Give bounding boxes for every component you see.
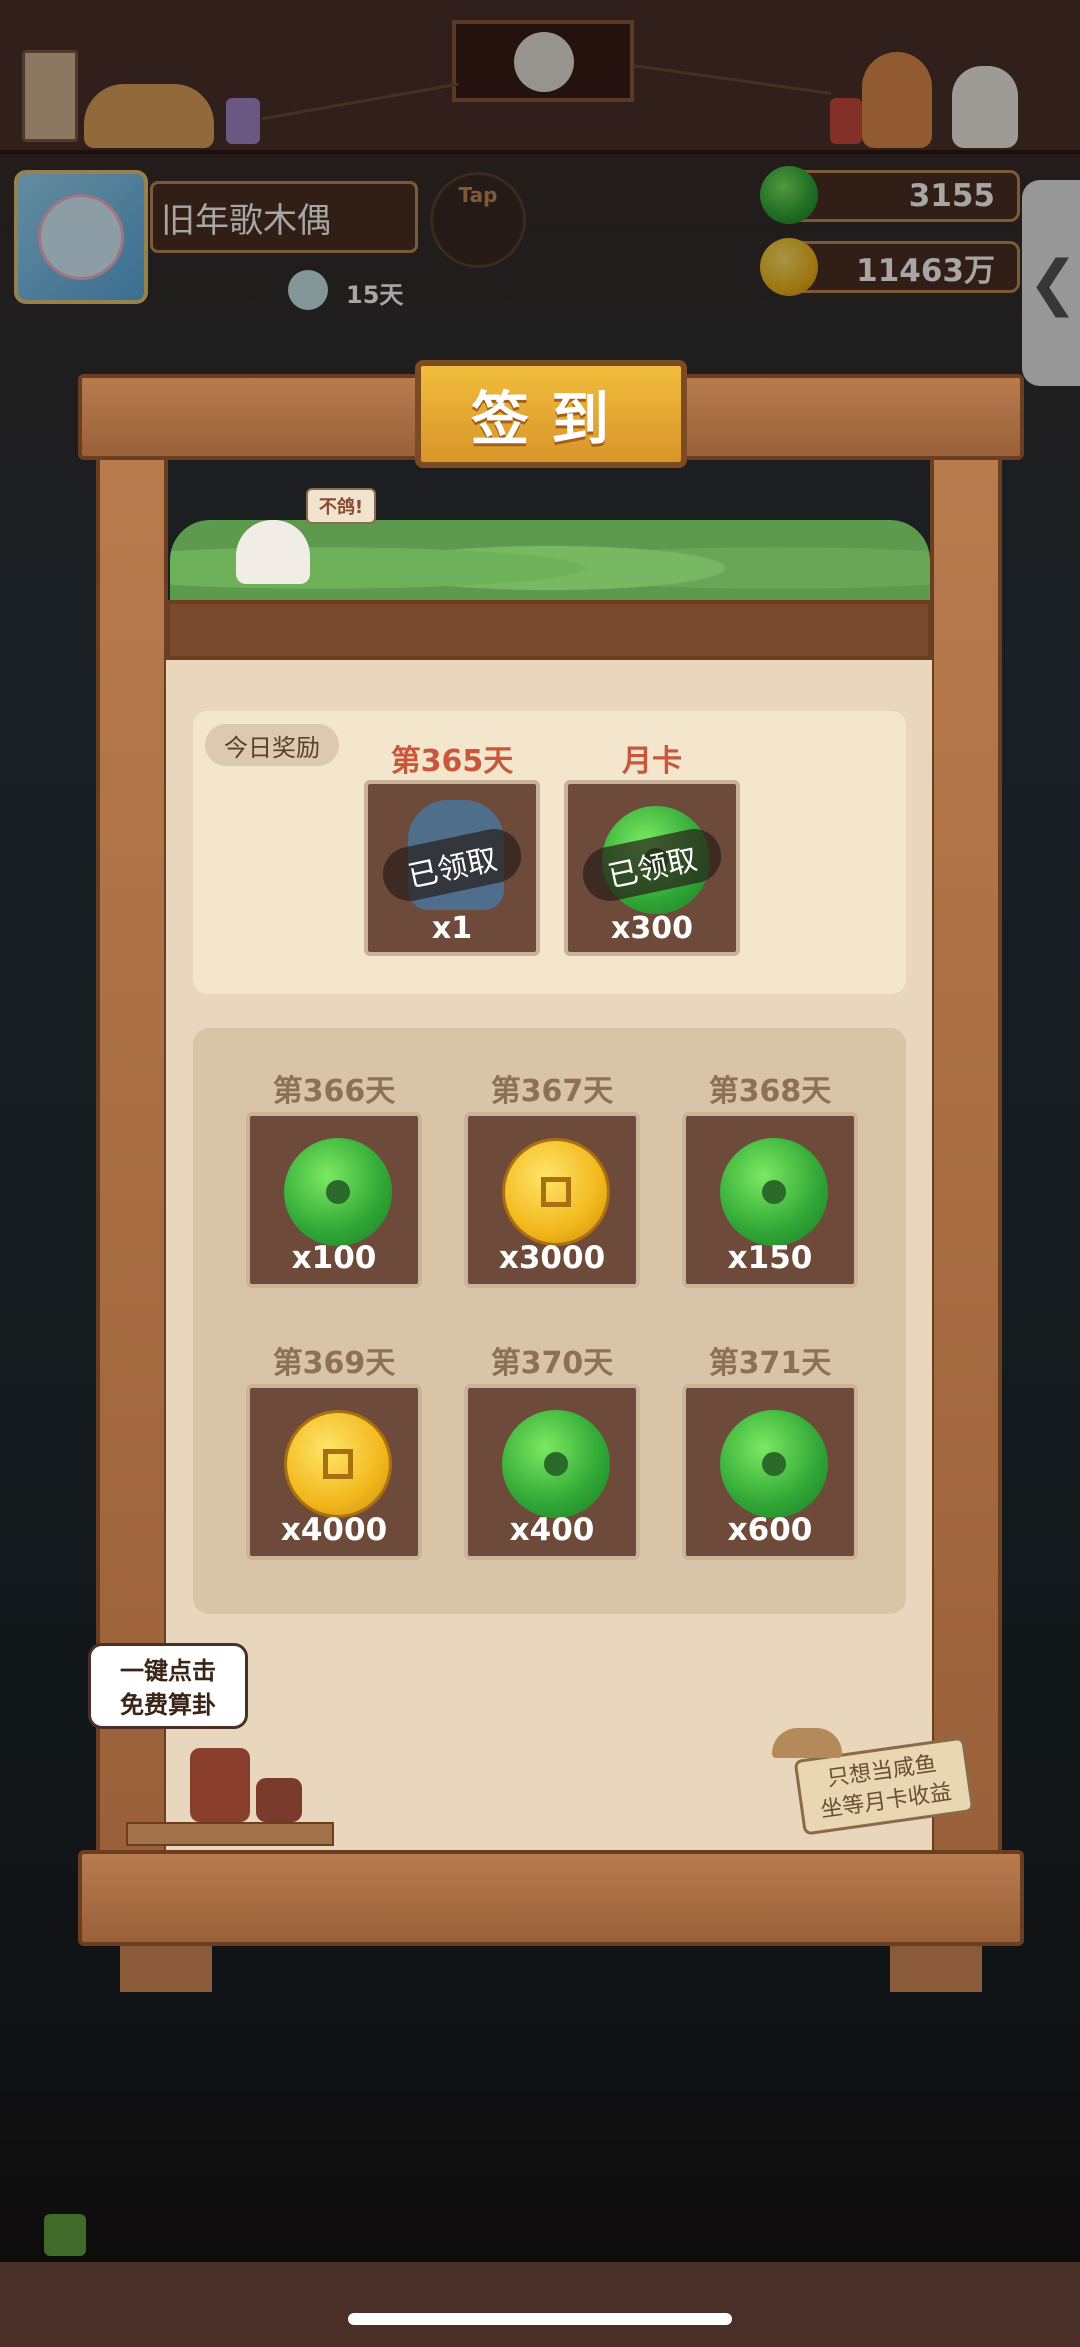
jar-icon [256,1778,302,1822]
board-right-post [930,456,1002,1856]
day-reward-tile[interactable]: x3000 [464,1112,640,1288]
reward-count: x400 [509,1512,595,1548]
reward-count: x3000 [498,1240,606,1276]
jade-icon [502,1410,610,1518]
reward-count: x1 [431,911,473,946]
reward-count: x300 [611,911,693,946]
bubble-line: 一键点击 [120,1657,216,1685]
speech-tag: 不鸽! [306,488,376,524]
jade-icon [284,1138,392,1246]
reward-count: x600 [727,1512,813,1548]
day-reward-tile[interactable]: x600 [682,1384,858,1560]
board-foot [120,1946,212,1992]
day-reward-tile[interactable]: x100 [246,1112,422,1288]
board-header-band [166,600,932,660]
day-title: 第366天 [272,1074,396,1109]
today-reward-title: 第365天 [390,744,514,779]
day-title: 第367天 [490,1074,614,1109]
board-foot [890,1946,982,1992]
vase-icon [190,1748,250,1822]
home-indicator[interactable] [348,2313,732,2325]
today-reward-tile[interactable]: 已领取 x300 [564,780,740,956]
bird-icon [236,520,310,584]
reward-count: x100 [291,1240,377,1276]
small-square-icon [44,2214,86,2256]
board-bottom-beam [78,1850,1024,1946]
day-reward-tile[interactable]: x400 [464,1384,640,1560]
jade-icon [720,1138,828,1246]
today-reward-title: 月卡 [622,744,682,779]
reward-count: x4000 [280,1512,388,1548]
today-rewards-label: 今日奖励 [205,724,339,766]
coin-icon [502,1138,610,1246]
straw-hat-icon [772,1728,842,1758]
page-title: 签到 [415,360,687,468]
bottom-bar [0,2262,1080,2347]
day-title: 第371天 [708,1346,832,1381]
day-reward-tile[interactable]: x150 [682,1112,858,1288]
day-title: 第370天 [490,1346,614,1381]
jade-icon [720,1410,828,1518]
coin-icon [284,1410,392,1518]
day-reward-tile[interactable]: x4000 [246,1384,422,1560]
shelf-icon [126,1822,334,1846]
day-title: 第369天 [272,1346,396,1381]
today-reward-tile[interactable]: 已领取 x1 [364,780,540,956]
bubble-line: 免费算卦 [120,1691,216,1719]
fortune-speech-bubble[interactable]: 一键点击 免费算卦 [88,1643,248,1729]
day-title: 第368天 [708,1074,832,1109]
reward-count: x150 [727,1240,813,1276]
